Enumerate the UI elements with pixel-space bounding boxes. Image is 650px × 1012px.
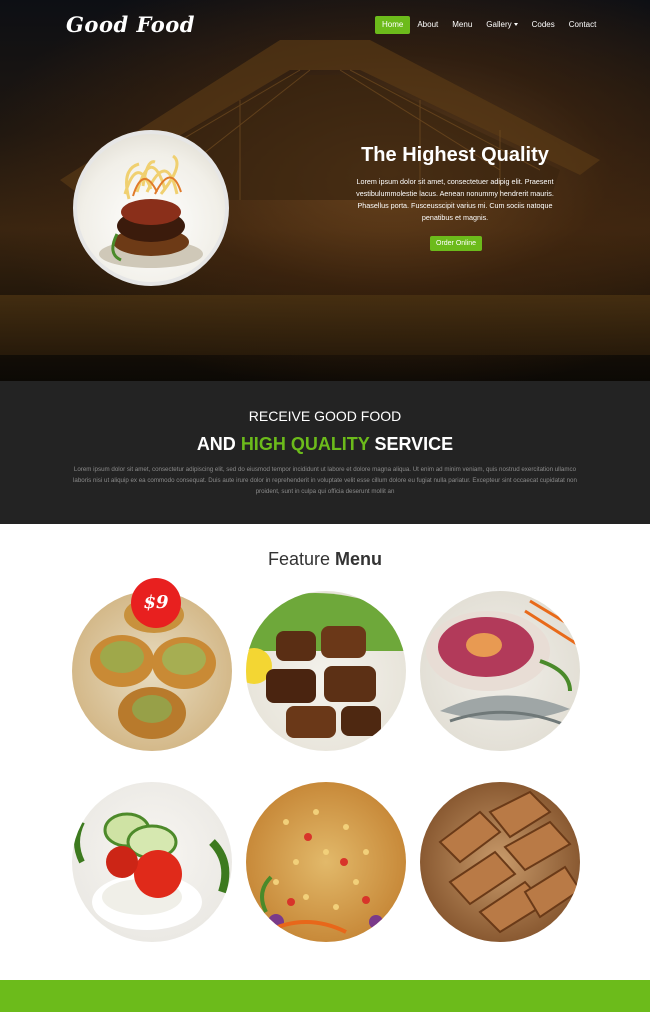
feature-title-bold: Menu	[335, 549, 383, 569]
hero-title: The Highest Quality	[361, 144, 549, 166]
nav-menu[interactable]: Menu	[445, 16, 479, 34]
order-online-button[interactable]: Order Online	[430, 236, 483, 251]
fried-rice-icon	[260, 809, 383, 934]
caret-down-icon	[513, 23, 518, 27]
feature-menu-title: Feature Menu	[0, 549, 650, 570]
dish-salad[interactable]	[72, 782, 232, 942]
hero-banner: Good Food Home About Menu Gallery Codes …	[0, 0, 650, 381]
feature-title-light: Feature	[267, 549, 336, 569]
footer-bar	[0, 980, 650, 1012]
dish-fried-rice[interactable]	[246, 782, 406, 942]
intro-heading-line1: RECEIVE GOOD FOOD	[248, 408, 402, 424]
salad-icon	[74, 812, 230, 930]
dish-grilled-meat[interactable]	[246, 591, 406, 751]
hero-burger-image	[73, 130, 229, 286]
intro-section: RECEIVE GOOD FOOD AND HIGH QUALITY SERVI…	[0, 381, 650, 524]
price-badge: $9	[131, 578, 181, 628]
nav-codes[interactable]: Codes	[525, 16, 562, 34]
site-logo[interactable]: Good Food	[66, 12, 195, 37]
burger-icon	[99, 154, 203, 268]
main-nav: Home About Menu Gallery Codes Contact	[375, 16, 603, 34]
roast-duck-icon	[438, 790, 580, 934]
intro-heading-prefix: AND	[196, 434, 241, 454]
grilled-meat-icon	[246, 593, 406, 738]
intro-heading-highlight: HIGH QUALITY	[240, 434, 370, 454]
nav-about[interactable]: About	[410, 16, 445, 34]
intro-paragraph: Lorem ipsum dolor sit amet, consectetur …	[73, 466, 577, 495]
terrace	[0, 295, 650, 355]
dish-roast-duck[interactable]	[420, 782, 580, 942]
ham-shrimp-icon	[426, 597, 580, 729]
nav-gallery-label: Gallery	[486, 20, 512, 29]
intro-heading-suffix: SERVICE	[369, 434, 454, 454]
nav-home[interactable]: Home	[375, 16, 411, 34]
intro-heading-line2: AND HIGH QUALITY SERVICE	[0, 434, 650, 455]
nav-gallery[interactable]: Gallery	[479, 16, 524, 34]
dish-ham-shrimp[interactable]	[420, 591, 580, 751]
hero-description: Lorem ipsum dolor sit amet, consectetuer…	[356, 177, 554, 222]
nav-contact[interactable]: Contact	[562, 16, 604, 34]
